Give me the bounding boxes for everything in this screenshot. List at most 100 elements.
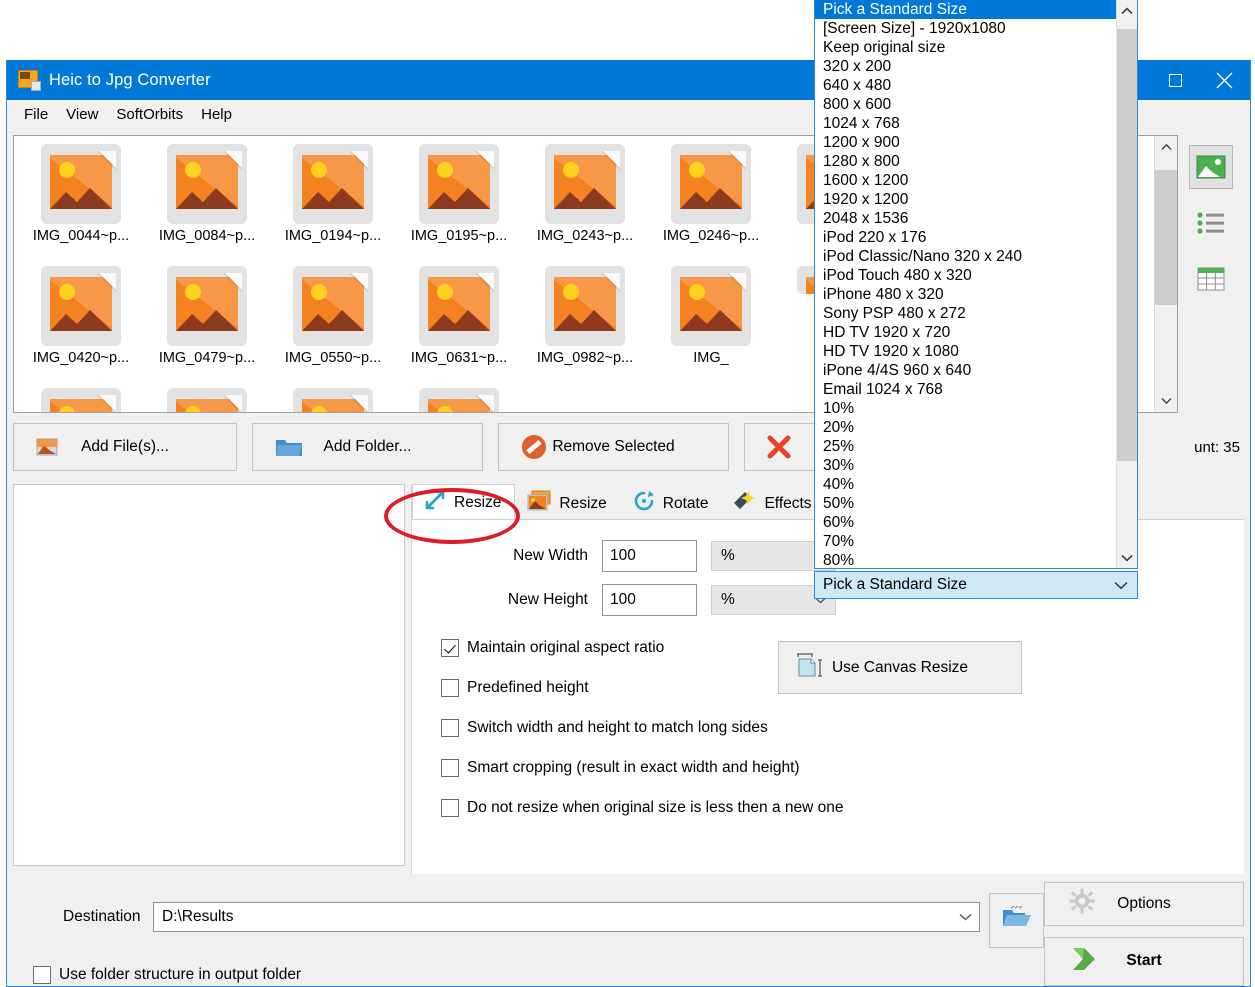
menu-item-softorbits[interactable]: SoftOrbits xyxy=(107,104,192,125)
dropdown-scroll-up-icon[interactable] xyxy=(1117,0,1137,21)
dropdown-option[interactable]: HD TV 1920 x 1080 xyxy=(815,342,1116,361)
dropdown-option[interactable]: [Screen Size] - 1920x1080 xyxy=(815,19,1116,38)
dropdown-scrollbar-track[interactable] xyxy=(1117,21,1137,547)
scrollbar-track[interactable] xyxy=(1155,158,1177,390)
smart-cropping-row[interactable]: Smart cropping (result in exact width an… xyxy=(441,748,1244,788)
dropdown-option[interactable]: 30% xyxy=(815,456,1116,475)
maximize-button[interactable] xyxy=(1152,60,1198,100)
menu-item-help[interactable]: Help xyxy=(192,104,241,125)
dropdown-option[interactable]: 60% xyxy=(815,513,1116,532)
dropdown-option[interactable]: Keep original size xyxy=(815,38,1116,57)
image-thumbnail-icon xyxy=(41,266,121,346)
list-item[interactable]: IMG_0246~p... xyxy=(648,144,774,266)
preview-pane[interactable] xyxy=(13,484,405,866)
dropdown-option[interactable]: iPod Touch 480 x 320 xyxy=(815,266,1116,285)
menu-item-view[interactable]: View xyxy=(57,104,107,125)
dropdown-option[interactable]: Email 1024 x 768 xyxy=(815,380,1116,399)
list-item[interactable]: IMG_0084~p... xyxy=(144,144,270,266)
tab-resize-primary[interactable]: Resize xyxy=(412,484,515,520)
list-view-button[interactable] xyxy=(1189,201,1233,245)
list-item[interactable]: IMG_0195~p... xyxy=(396,144,522,266)
dropdown-scrollbar[interactable] xyxy=(1116,0,1137,568)
dropdown-option[interactable]: 1920 x 1200 xyxy=(815,190,1116,209)
dropdown-option[interactable]: 1280 x 800 xyxy=(815,152,1116,171)
destination-value: D:\Results xyxy=(162,908,234,926)
gear-icon xyxy=(1069,888,1095,919)
standard-size-select[interactable]: Pick a Standard Size xyxy=(814,571,1138,599)
list-item[interactable] xyxy=(18,388,144,412)
new-width-label: New Width xyxy=(412,547,602,565)
dropdown-option[interactable]: 320 x 200 xyxy=(815,57,1116,76)
dropdown-option[interactable]: 20% xyxy=(815,418,1116,437)
standard-size-dropdown-list[interactable]: Pick a Standard Size [Screen Size] - 192… xyxy=(814,0,1138,569)
dropdown-option[interactable]: 1600 x 1200 xyxy=(815,171,1116,190)
details-view-button[interactable] xyxy=(1189,257,1233,301)
chevron-down-icon xyxy=(1114,581,1128,590)
dropdown-option[interactable]: 25% xyxy=(815,437,1116,456)
do-not-resize-row[interactable]: Do not resize when original size is less… xyxy=(441,788,1244,828)
thumbnail-view-button[interactable] xyxy=(1189,145,1233,189)
add-files-button[interactable]: Add File(s)... xyxy=(13,423,237,471)
new-height-input[interactable]: 100 xyxy=(602,584,697,616)
details-view-icon xyxy=(1197,267,1225,291)
list-item[interactable]: IMG_0982~p... xyxy=(522,266,648,388)
scroll-down-icon[interactable] xyxy=(1155,390,1177,412)
switch-width-height-checkbox[interactable] xyxy=(441,719,459,737)
tab-rotate[interactable]: Rotate xyxy=(621,486,723,520)
dropdown-option[interactable]: 800 x 600 xyxy=(815,95,1116,114)
maintain-aspect-ratio-checkbox[interactable] xyxy=(441,639,459,657)
dropdown-option[interactable]: 2048 x 1536 xyxy=(815,209,1116,228)
smart-cropping-checkbox[interactable] xyxy=(441,759,459,777)
scrollbar-thumb[interactable] xyxy=(1155,170,1177,305)
list-item[interactable] xyxy=(396,388,522,412)
list-item[interactable]: IMG_0479~p... xyxy=(144,266,270,388)
dropdown-option[interactable]: 80% xyxy=(815,551,1116,568)
dropdown-scroll-down-icon[interactable] xyxy=(1117,547,1137,568)
use-folder-structure-row[interactable]: Use folder structure in output folder xyxy=(33,966,1044,984)
list-item[interactable] xyxy=(270,388,396,412)
do-not-resize-checkbox[interactable] xyxy=(441,799,459,817)
list-item[interactable]: IMG_ xyxy=(648,266,774,388)
scroll-up-icon[interactable] xyxy=(1155,136,1177,158)
close-button[interactable] xyxy=(1198,60,1250,100)
tab-resize-secondary[interactable]: Resize xyxy=(515,486,620,520)
use-canvas-resize-button[interactable]: Use Canvas Resize xyxy=(778,641,1022,694)
destination-input[interactable]: D:\Results xyxy=(153,902,980,932)
list-item[interactable]: IMG_0194~p... xyxy=(270,144,396,266)
list-item[interactable]: IMG_0243~p... xyxy=(522,144,648,266)
file-list-scrollbar[interactable] xyxy=(1154,136,1177,412)
browse-folder-button[interactable] xyxy=(989,893,1044,948)
switch-width-height-row[interactable]: Switch width and height to match long si… xyxy=(441,708,1244,748)
start-button[interactable]: Start xyxy=(1044,937,1244,986)
dropdown-option[interactable]: iPod 220 x 176 xyxy=(815,228,1116,247)
dropdown-option[interactable]: iPod Classic/Nano 320 x 240 xyxy=(815,247,1116,266)
list-item[interactable]: IMG_0044~p... xyxy=(18,144,144,266)
dropdown-option[interactable]: 40% xyxy=(815,475,1116,494)
dropdown-option[interactable]: HD TV 1920 x 720 xyxy=(815,323,1116,342)
list-item[interactable]: IMG_0550~p... xyxy=(270,266,396,388)
dropdown-option[interactable]: 10% xyxy=(815,399,1116,418)
dropdown-option[interactable]: 1200 x 900 xyxy=(815,133,1116,152)
add-folder-button[interactable]: Add Folder... xyxy=(252,423,483,471)
maintain-aspect-ratio-label: Maintain original aspect ratio xyxy=(467,639,664,657)
use-folder-structure-checkbox[interactable] xyxy=(33,966,51,984)
dropdown-option[interactable]: Pick a Standard Size xyxy=(815,0,1116,19)
predefined-height-checkbox[interactable] xyxy=(441,679,459,697)
list-item[interactable]: IMG_0420~p... xyxy=(18,266,144,388)
options-button[interactable]: Options xyxy=(1044,882,1244,926)
menu-item-file[interactable]: File xyxy=(15,104,57,125)
remove-selected-button[interactable]: Remove Selected xyxy=(498,423,729,471)
dropdown-option[interactable]: iPhone 480 x 320 xyxy=(815,285,1116,304)
list-item[interactable]: IMG_0631~p... xyxy=(396,266,522,388)
dropdown-option[interactable]: 640 x 480 xyxy=(815,76,1116,95)
dropdown-scrollbar-thumb[interactable] xyxy=(1117,29,1137,461)
list-item[interactable] xyxy=(144,388,270,412)
bottom-right-buttons: Options Start xyxy=(1044,874,1244,986)
new-width-input[interactable]: 100 xyxy=(602,540,697,572)
dropdown-option[interactable]: 50% xyxy=(815,494,1116,513)
dropdown-option[interactable]: 1024 x 768 xyxy=(815,114,1116,133)
dropdown-option[interactable]: Sony PSP 480 x 272 xyxy=(815,304,1116,323)
dropdown-option[interactable]: iPone 4/4S 960 x 640 xyxy=(815,361,1116,380)
tab-effects[interactable]: Effects xyxy=(722,486,825,520)
dropdown-option[interactable]: 70% xyxy=(815,532,1116,551)
